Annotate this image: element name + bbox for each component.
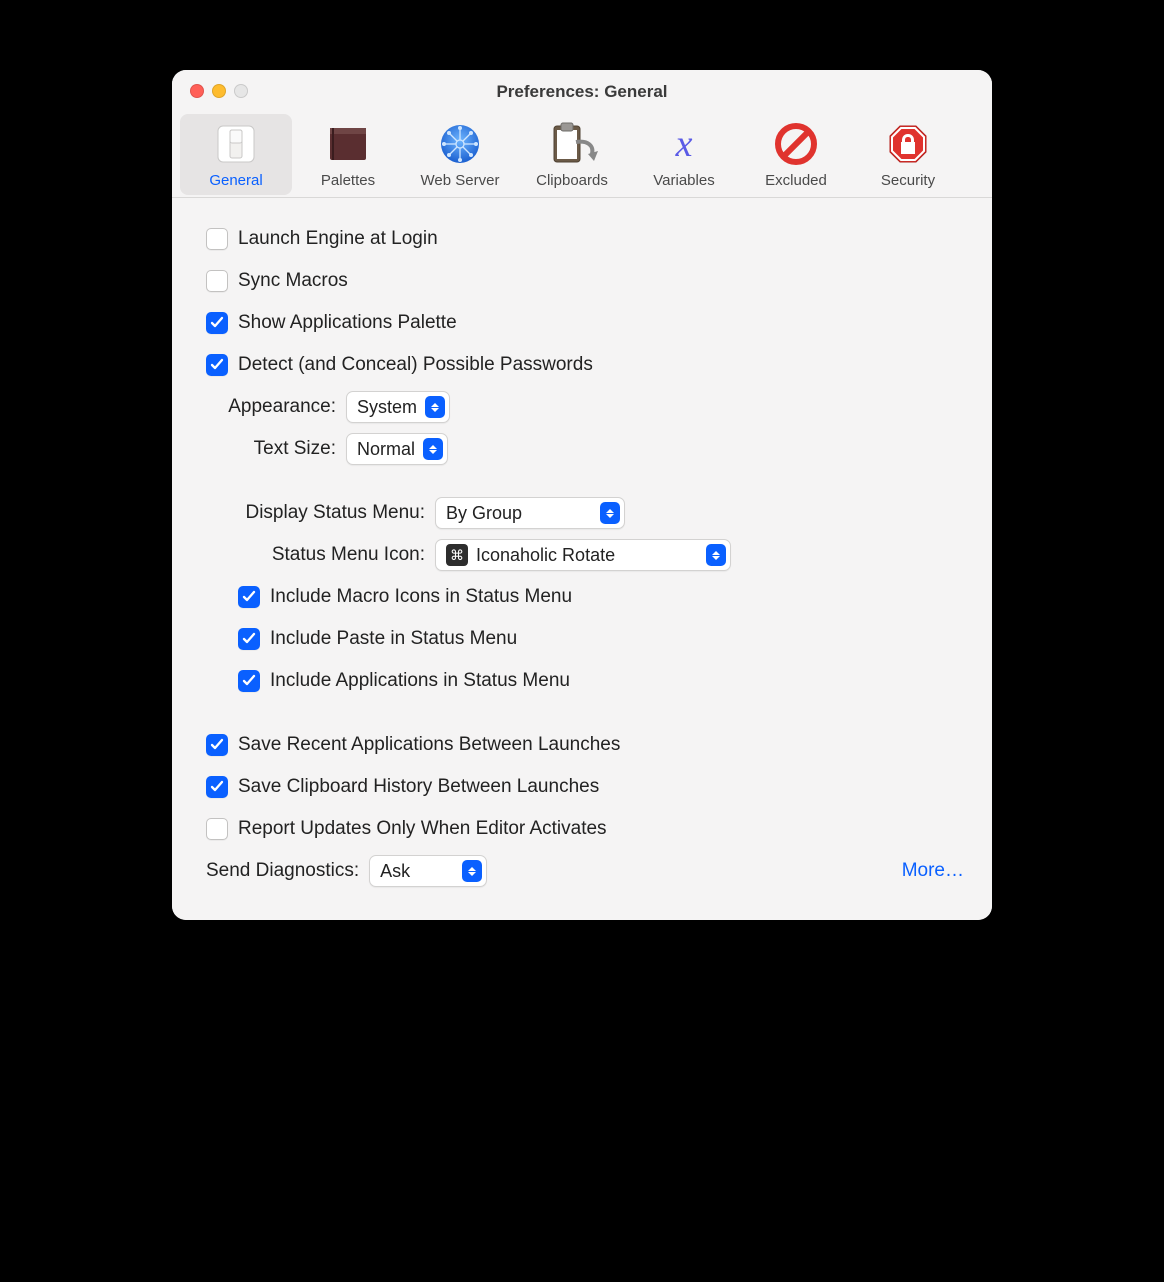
- launch-engine-checkbox[interactable]: [206, 228, 228, 250]
- svg-text:x: x: [675, 123, 693, 165]
- prohibited-icon: [770, 120, 822, 168]
- status-menu-icon-value: Iconaholic Rotate: [476, 545, 615, 566]
- textsize-label: Text Size:: [206, 438, 336, 460]
- textsize-value: Normal: [357, 439, 415, 460]
- sync-macros-checkbox[interactable]: [206, 270, 228, 292]
- tab-excluded[interactable]: Excluded: [740, 114, 852, 195]
- send-diagnostics-label: Send Diagnostics:: [206, 860, 359, 882]
- traffic-lights: [190, 84, 248, 98]
- tab-label: Excluded: [765, 172, 827, 189]
- send-diagnostics-select[interactable]: Ask: [369, 855, 487, 887]
- appearance-select[interactable]: System: [346, 391, 450, 423]
- tab-label: Variables: [653, 172, 714, 189]
- show-app-palette-label: Show Applications Palette: [238, 312, 457, 334]
- updown-icon: [462, 860, 482, 882]
- show-app-palette-checkbox[interactable]: [206, 312, 228, 334]
- switch-icon: [210, 120, 262, 168]
- command-icon: ⌘: [446, 544, 468, 566]
- toolbar: General Palettes: [172, 114, 992, 198]
- display-status-menu-select[interactable]: By Group: [435, 497, 625, 529]
- include-macro-icons-checkbox[interactable]: [238, 586, 260, 608]
- textsize-select[interactable]: Normal: [346, 433, 448, 465]
- tab-label: Clipboards: [536, 172, 608, 189]
- include-applications-label: Include Applications in Status Menu: [270, 670, 570, 692]
- tab-security[interactable]: Security: [852, 114, 964, 195]
- include-applications-checkbox[interactable]: [238, 670, 260, 692]
- detect-passwords-label: Detect (and Conceal) Possible Passwords: [238, 354, 593, 376]
- detect-passwords-checkbox[interactable]: [206, 354, 228, 376]
- tab-web-server[interactable]: Web Server: [404, 114, 516, 195]
- report-updates-checkbox[interactable]: [206, 818, 228, 840]
- minimize-button[interactable]: [212, 84, 226, 98]
- titlebar: Preferences: General: [172, 70, 992, 114]
- tab-palettes[interactable]: Palettes: [292, 114, 404, 195]
- preferences-window: Preferences: General General Palet: [172, 70, 992, 920]
- sync-macros-label: Sync Macros: [238, 270, 348, 292]
- include-paste-label: Include Paste in Status Menu: [270, 628, 517, 650]
- save-clipboard-history-checkbox[interactable]: [206, 776, 228, 798]
- tab-label: Security: [881, 172, 935, 189]
- include-macro-icons-label: Include Macro Icons in Status Menu: [270, 586, 572, 608]
- appearance-value: System: [357, 397, 417, 418]
- window-title: Preferences: General: [172, 82, 992, 102]
- updown-icon: [706, 544, 726, 566]
- tab-general[interactable]: General: [180, 114, 292, 195]
- tab-label: Palettes: [321, 172, 375, 189]
- updown-icon: [423, 438, 443, 460]
- updown-icon: [600, 502, 620, 524]
- tab-label: General: [209, 172, 262, 189]
- network-icon: [434, 120, 486, 168]
- stop-icon: [882, 120, 934, 168]
- save-recent-apps-label: Save Recent Applications Between Launche…: [238, 734, 620, 756]
- status-menu-icon-label: Status Menu Icon:: [200, 544, 425, 566]
- save-recent-apps-checkbox[interactable]: [206, 734, 228, 756]
- more-link[interactable]: More…: [902, 860, 964, 882]
- tab-label: Web Server: [421, 172, 500, 189]
- display-status-menu-label: Display Status Menu:: [200, 502, 425, 524]
- send-diagnostics-value: Ask: [380, 861, 410, 882]
- display-status-menu-value: By Group: [446, 503, 522, 524]
- close-button[interactable]: [190, 84, 204, 98]
- updown-icon: [425, 396, 445, 418]
- clipboard-icon: [546, 120, 598, 168]
- zoom-button[interactable]: [234, 84, 248, 98]
- status-menu-icon-select[interactable]: ⌘ Iconaholic Rotate: [435, 539, 731, 571]
- include-paste-checkbox[interactable]: [238, 628, 260, 650]
- appearance-label: Appearance:: [206, 396, 336, 418]
- save-clipboard-history-label: Save Clipboard History Between Launches: [238, 776, 599, 798]
- content-pane: Launch Engine at Login Sync Macros Show …: [172, 198, 992, 920]
- book-icon: [322, 120, 374, 168]
- variable-icon: x: [658, 120, 710, 168]
- tab-variables[interactable]: x Variables: [628, 114, 740, 195]
- report-updates-label: Report Updates Only When Editor Activate…: [238, 818, 607, 840]
- tab-clipboards[interactable]: Clipboards: [516, 114, 628, 195]
- launch-engine-label: Launch Engine at Login: [238, 228, 438, 250]
